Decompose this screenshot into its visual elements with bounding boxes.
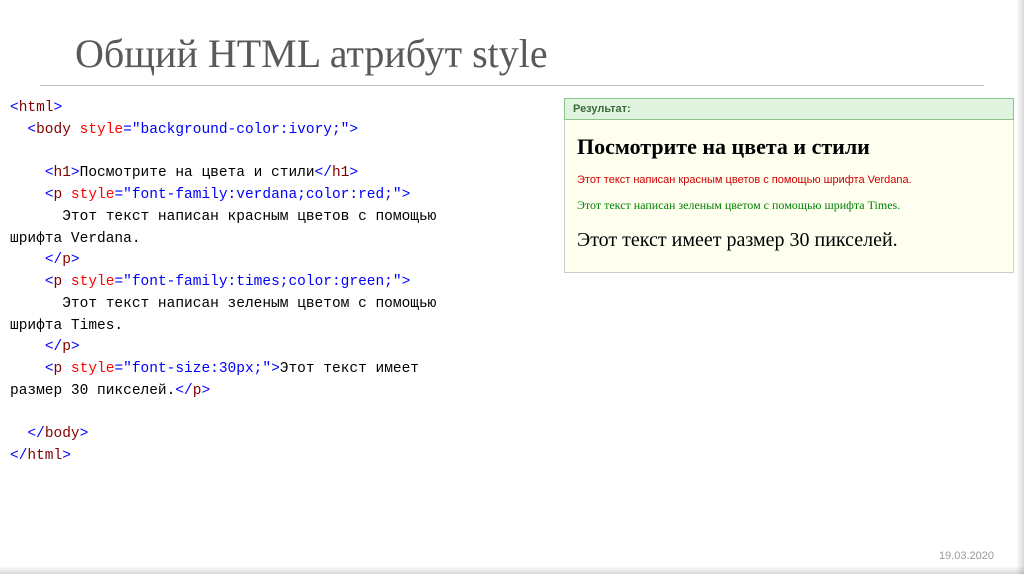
shadow-bottom <box>0 566 1024 574</box>
shadow-right <box>1016 0 1024 574</box>
slide-title: Общий HTML атрибут style <box>0 0 1024 85</box>
content-area: <html> <body style="background-color:ivo… <box>0 98 1024 468</box>
footer-date: 19.03.2020 <box>939 550 994 562</box>
result-large-text: Этот текст имеет размер 30 пикселей. <box>577 229 1001 252</box>
result-panel: Результат: Посмотрите на цвета и стили Э… <box>564 98 1014 468</box>
result-red-text: Этот текст написан красным цветов с помо… <box>577 174 1001 186</box>
result-header: Результат: <box>564 98 1014 120</box>
code-block: <html> <body style="background-color:ivo… <box>10 98 554 468</box>
result-green-text: Этот текст написан зеленым цветом с помо… <box>577 198 1001 213</box>
result-body: Посмотрите на цвета и стили Этот текст н… <box>564 120 1014 273</box>
title-divider <box>40 85 984 86</box>
result-heading: Посмотрите на цвета и стили <box>577 134 1001 160</box>
